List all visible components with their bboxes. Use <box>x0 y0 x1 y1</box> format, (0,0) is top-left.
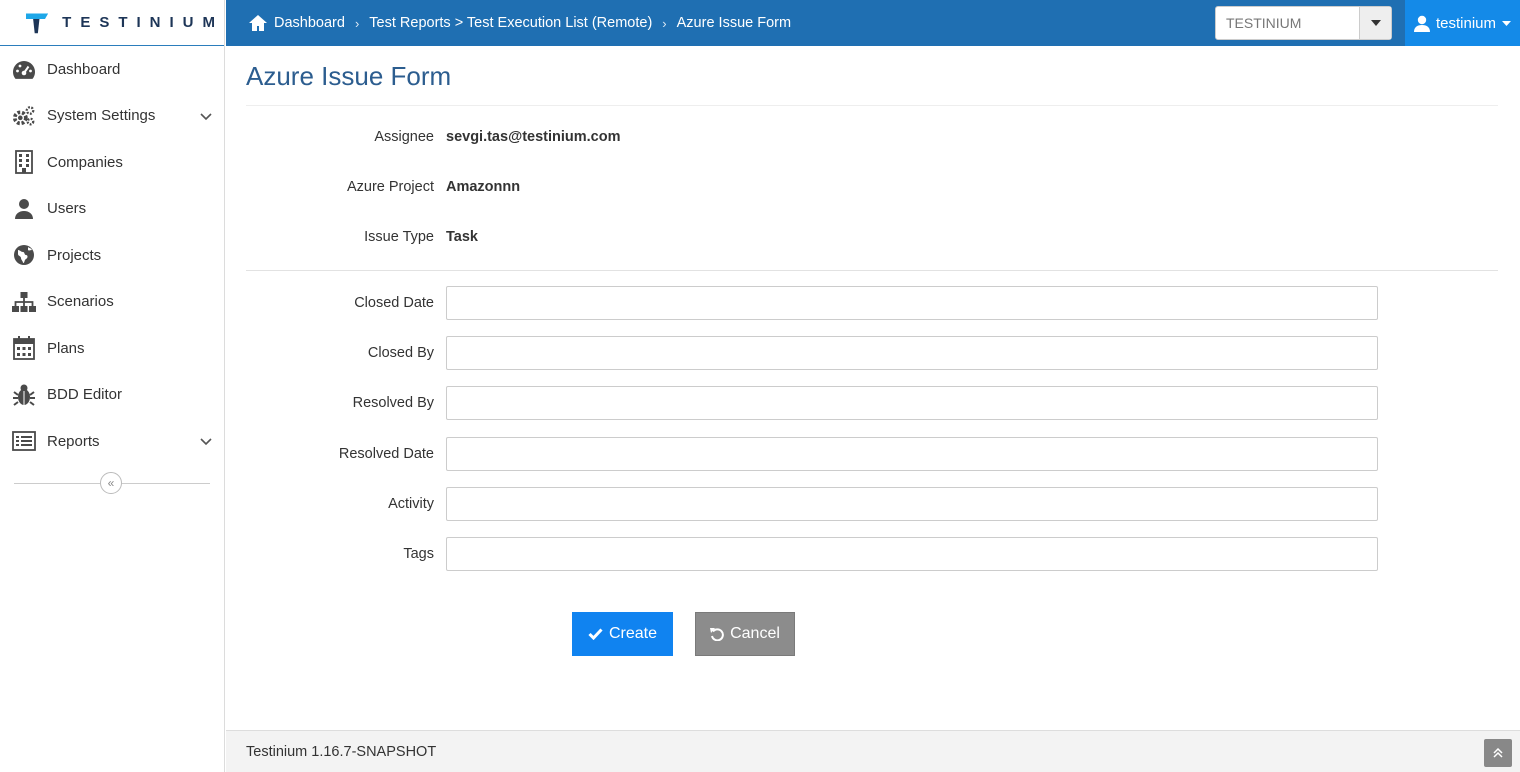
sidebar-item-reports[interactable]: Reports <box>0 418 224 465</box>
breadcrumb-separator-icon: › <box>662 15 667 31</box>
form-row-activity: Activity <box>246 479 1498 529</box>
sitemap-icon <box>12 290 36 314</box>
sidebar-item-label: Users <box>47 200 87 218</box>
tags-input[interactable] <box>446 537 1378 572</box>
dashboard-icon <box>12 57 36 81</box>
field-label: Closed By <box>367 345 434 362</box>
form-row-closed-date: Closed Date <box>246 278 1498 328</box>
sidebar-item-label: System Settings <box>47 107 156 125</box>
double-chevron-up-icon <box>1493 748 1503 758</box>
caret-down-icon <box>1502 20 1512 26</box>
user-name: testinium <box>1435 14 1497 32</box>
issue-info: Assignee sevgi.tas@testinium.com Azure P… <box>246 106 1498 271</box>
check-icon <box>588 628 603 641</box>
breadcrumb-dashboard[interactable]: Dashboard <box>274 15 345 31</box>
company-select-value: TESTINIUM <box>1226 15 1302 31</box>
resolved-by-input[interactable] <box>446 386 1378 421</box>
info-row-issue-type: Issue Type Task <box>246 212 1498 262</box>
sidebar-item-label: Plans <box>47 339 85 357</box>
undo-icon <box>710 628 724 642</box>
home-icon[interactable] <box>248 14 268 32</box>
chevron-down-icon <box>200 438 212 446</box>
sidebar-item-label: Dashboard <box>47 60 121 78</box>
scroll-to-top-button[interactable] <box>1484 739 1512 767</box>
logo-text: TESTINIUM <box>62 14 224 31</box>
form-row-closed-by: Closed By <box>246 328 1498 378</box>
field-label: Resolved By <box>352 395 434 412</box>
field-label: Activity <box>388 495 434 512</box>
cancel-button[interactable]: Cancel <box>695 612 795 657</box>
sidebar-collapse-button[interactable]: « <box>100 471 122 494</box>
sidebar-item-label: Scenarios <box>47 293 114 311</box>
gears-icon <box>12 104 36 128</box>
closed-date-input[interactable] <box>446 286 1378 321</box>
info-label: Assignee <box>374 129 434 145</box>
create-button[interactable]: Create <box>572 612 673 657</box>
info-label: Issue Type <box>364 229 434 245</box>
user-icon <box>12 197 36 221</box>
user-menu[interactable]: testinium <box>1405 0 1520 46</box>
main-content: Azure Issue Form Assignee sevgi.tas@test… <box>226 46 1520 730</box>
breadcrumb: Dashboard › Test Reports > Test Executio… <box>226 14 1215 32</box>
sidebar-collapse-row: « <box>14 467 210 497</box>
sidebar: TESTINIUM Dashboard System Settings Comp… <box>0 0 225 772</box>
issue-form: Closed Date Closed By Resolved By Resolv… <box>246 271 1498 657</box>
company-select[interactable]: TESTINIUM <box>1215 6 1392 40</box>
sidebar-item-projects[interactable]: Projects <box>0 232 224 279</box>
testinium-logo-icon <box>26 13 49 33</box>
breadcrumb-current: Azure Issue Form <box>676 15 792 31</box>
bug-icon <box>12 383 36 407</box>
list-icon <box>12 429 36 453</box>
building-icon <box>12 150 36 175</box>
company-select-toggle[interactable] <box>1359 7 1391 39</box>
top-bar: Dashboard › Test Reports > Test Executio… <box>226 0 1520 46</box>
breadcrumb-test-reports[interactable]: Test Reports > Test Execution List (Remo… <box>369 15 652 31</box>
form-row-tags: Tags <box>246 529 1498 579</box>
closed-by-input[interactable] <box>446 336 1378 371</box>
info-label: Azure Project <box>346 179 434 195</box>
issue-type-value: Task <box>446 229 478 245</box>
info-row-assignee: Assignee sevgi.tas@testinium.com <box>246 112 1498 162</box>
azure-project-value: Amazonnn <box>446 179 521 195</box>
double-chevron-left-icon: « <box>107 475 115 490</box>
sidebar-item-users[interactable]: Users <box>0 186 224 233</box>
sidebar-item-label: BDD Editor <box>47 386 123 404</box>
assignee-value: sevgi.tas@testinium.com <box>446 129 621 145</box>
sidebar-item-companies[interactable]: Companies <box>0 139 224 186</box>
caret-down-icon <box>1370 20 1381 26</box>
logo[interactable]: TESTINIUM <box>0 0 224 46</box>
chevron-down-icon <box>200 113 212 120</box>
sidebar-item-label: Reports <box>47 432 100 450</box>
sidebar-item-bdd-editor[interactable]: BDD Editor <box>0 372 224 419</box>
info-row-azure-project: Azure Project Amazonnn <box>246 162 1498 212</box>
breadcrumb-separator-icon: › <box>354 15 360 31</box>
form-row-resolved-date: Resolved Date <box>246 429 1498 479</box>
user-icon <box>1413 15 1430 32</box>
form-actions: Create Cancel <box>572 612 1498 657</box>
page-title: Azure Issue Form <box>246 46 1498 106</box>
sidebar-item-system-settings[interactable]: System Settings <box>0 93 224 140</box>
field-label: Tags <box>403 546 434 563</box>
version-text: Testinium 1.16.7-SNAPSHOT <box>246 743 437 760</box>
calendar-icon <box>12 336 36 361</box>
resolved-date-input[interactable] <box>446 436 1378 471</box>
sidebar-item-scenarios[interactable]: Scenarios <box>0 279 224 326</box>
sidebar-item-label: Projects <box>47 246 102 264</box>
form-row-resolved-by: Resolved By <box>246 378 1498 428</box>
field-label: Resolved Date <box>338 445 434 462</box>
globe-icon <box>12 243 36 267</box>
activity-input[interactable] <box>446 486 1378 521</box>
sidebar-nav: Dashboard System Settings Companies User… <box>0 46 224 465</box>
field-label: Closed Date <box>354 295 434 312</box>
sidebar-item-label: Companies <box>47 153 123 171</box>
sidebar-item-plans[interactable]: Plans <box>0 325 224 372</box>
cancel-button-label: Cancel <box>730 625 780 643</box>
sidebar-item-dashboard[interactable]: Dashboard <box>0 46 224 93</box>
create-button-label: Create <box>608 625 658 643</box>
footer: Testinium 1.16.7-SNAPSHOT <box>226 730 1520 772</box>
